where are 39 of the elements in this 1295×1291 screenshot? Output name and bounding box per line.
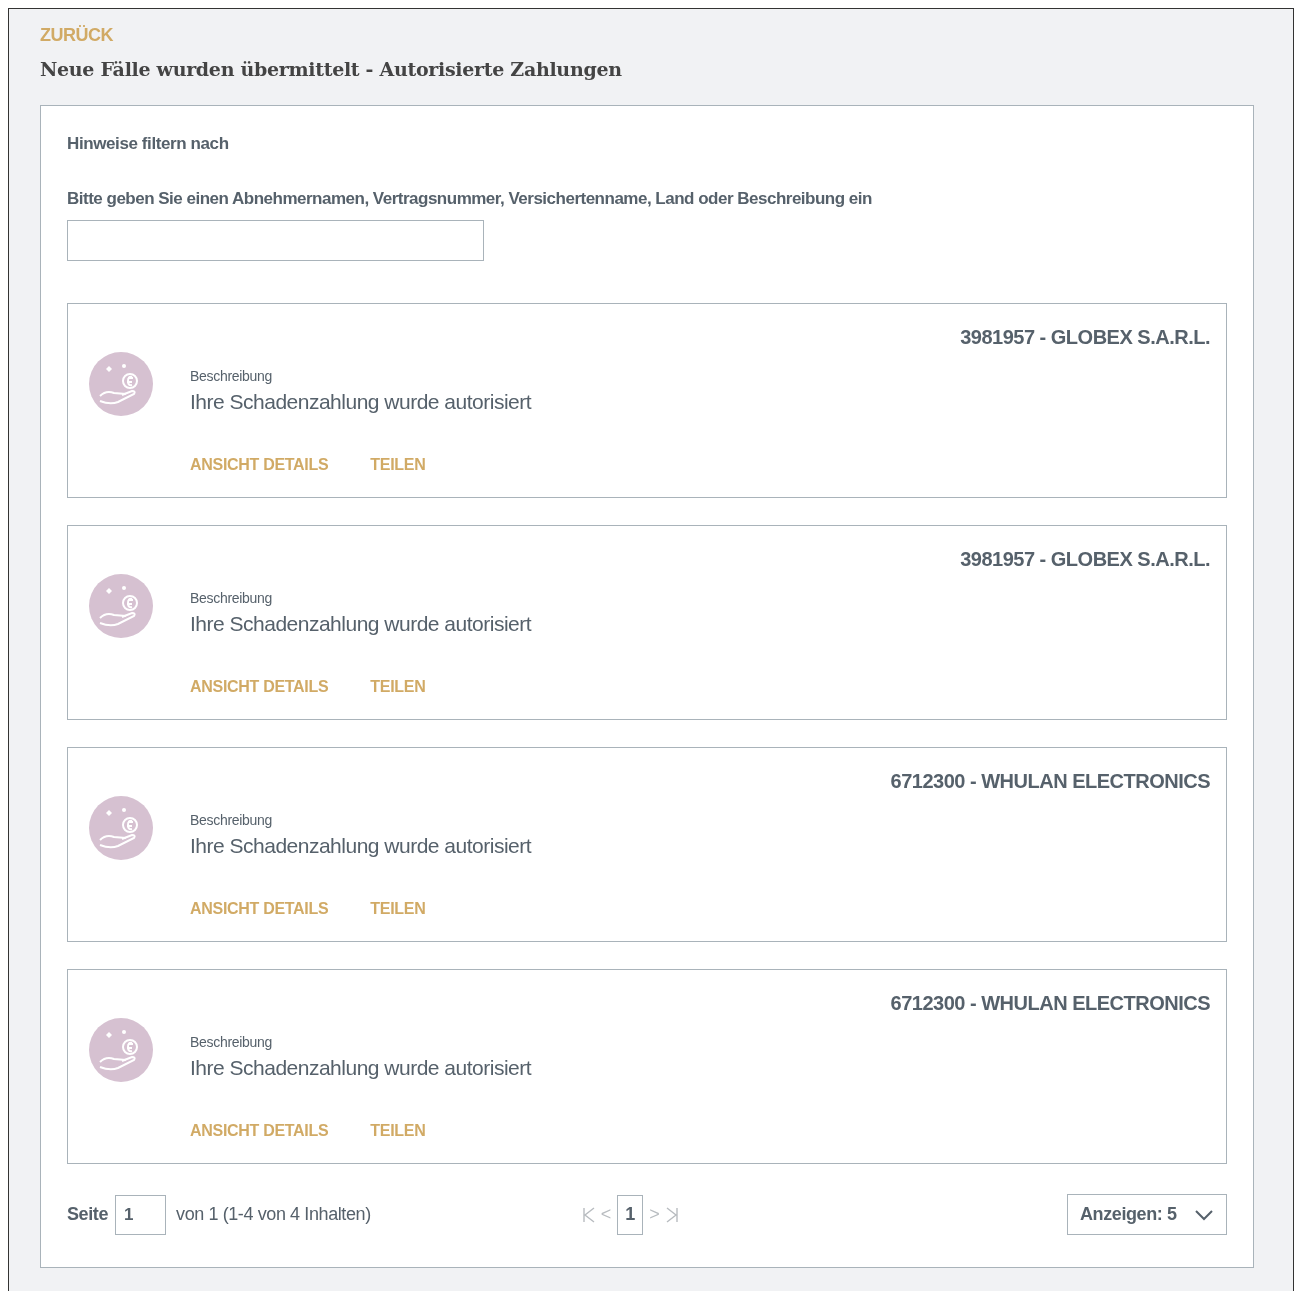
next-page-button[interactable]: > <box>649 1204 660 1225</box>
first-page-icon[interactable] <box>582 1206 595 1223</box>
description-label: Beschreibung <box>190 812 273 828</box>
hand-coin-icon <box>88 1017 154 1083</box>
hand-coin-icon <box>88 795 154 861</box>
page-button[interactable]: 1 <box>617 1194 644 1235</box>
share-link[interactable]: TEILEN <box>370 900 426 918</box>
page-label: Seite <box>67 1204 109 1225</box>
back-link[interactable]: ZURÜCK <box>40 25 113 46</box>
hand-coin-icon <box>88 351 154 417</box>
description-label: Beschreibung <box>190 590 273 606</box>
contract-reference: 3981957 - GLOBEX S.A.R.L. <box>959 326 1210 349</box>
details-link[interactable]: ANSICHT DETAILS <box>190 1122 329 1140</box>
description-text: Ihre Schadenzahlung wurde autorisiert <box>190 612 532 636</box>
page-number-field[interactable]: 1 <box>115 1194 167 1235</box>
filter-heading: Hinweise filtern nach <box>67 134 230 154</box>
description-text: Ihre Schadenzahlung wurde autorisiert <box>190 1056 532 1080</box>
description-text: Ihre Schadenzahlung wurde autorisiert <box>190 390 532 414</box>
details-link[interactable]: ANSICHT DETAILS <box>190 678 329 696</box>
hand-coin-icon <box>88 573 154 639</box>
pagination-summary: von 1 (1-4 von 4 Inhalten) <box>176 1204 371 1225</box>
page-title: Neue Fälle wurden übermittelt - Autorisierte Zahlungen <box>40 58 623 80</box>
description-label: Beschreibung <box>190 1034 273 1050</box>
previous-page-button[interactable]: < <box>600 1204 612 1225</box>
contract-reference: 6712300 - WHULAN ELECTRONICS <box>889 992 1210 1015</box>
share-link[interactable]: TEILEN <box>370 678 426 696</box>
share-link[interactable]: TEILEN <box>370 1122 426 1140</box>
details-link[interactable]: ANSICHT DETAILS <box>190 456 329 474</box>
chevron-down-icon <box>1194 1208 1214 1221</box>
page-size-dropdown[interactable]: Anzeigen: 5 <box>1067 1194 1227 1235</box>
details-link[interactable]: ANSICHT DETAILS <box>190 900 329 918</box>
description-text: Ihre Schadenzahlung wurde autorisiert <box>190 834 532 858</box>
description-label: Beschreibung <box>190 368 273 384</box>
contract-reference: 6712300 - WHULAN ELECTRONICS <box>889 770 1210 793</box>
share-link[interactable]: TEILEN <box>370 456 426 474</box>
contract-reference: 3981957 - GLOBEX S.A.R.L. <box>959 548 1210 571</box>
filter-label: Bitte geben Sie einen Abnehmernamen, Vertragsnummer, Versichertenname, Land oder Beschreibung ein <box>67 189 873 209</box>
last-page-icon[interactable] <box>665 1206 678 1223</box>
search-field[interactable] <box>67 220 484 261</box>
